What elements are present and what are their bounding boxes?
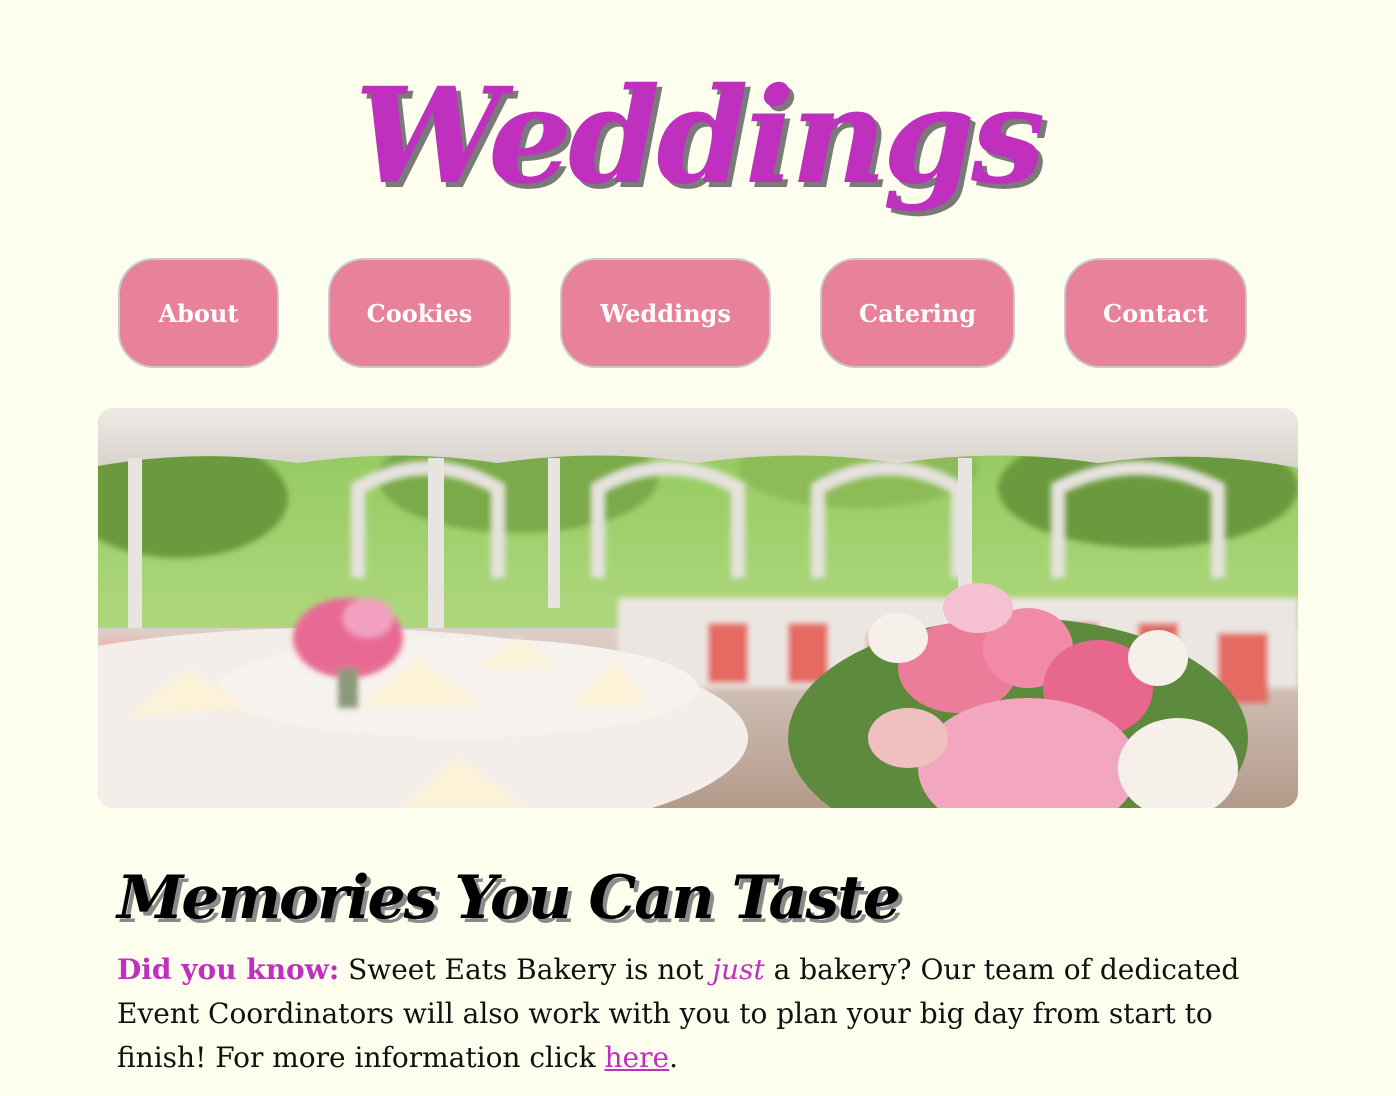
did-you-know-label: Did you know: bbox=[117, 953, 340, 986]
nav-about-button[interactable]: About bbox=[118, 258, 279, 368]
intro-text-end: . bbox=[669, 1041, 678, 1074]
intro-paragraph: Did you know: Sweet Eats Bakery is not j… bbox=[117, 948, 1267, 1080]
nav-cookies-button[interactable]: Cookies bbox=[328, 258, 511, 368]
section-heading: Memories You Can Taste bbox=[117, 863, 901, 933]
more-info-link[interactable]: here bbox=[605, 1041, 670, 1074]
nav-contact-button[interactable]: Contact bbox=[1064, 258, 1247, 368]
main-nav: About Cookies Weddings Catering Contact bbox=[0, 258, 1396, 368]
emphasis-just: just bbox=[712, 953, 765, 986]
nav-weddings-button[interactable]: Weddings bbox=[560, 258, 771, 368]
hero-image bbox=[98, 408, 1298, 808]
intro-text-1: Sweet Eats Bakery is not bbox=[339, 953, 713, 986]
nav-catering-button[interactable]: Catering bbox=[820, 258, 1015, 368]
page: Weddings About Cookies Weddings Catering… bbox=[0, 0, 1396, 1096]
page-title: Weddings bbox=[354, 59, 1046, 214]
